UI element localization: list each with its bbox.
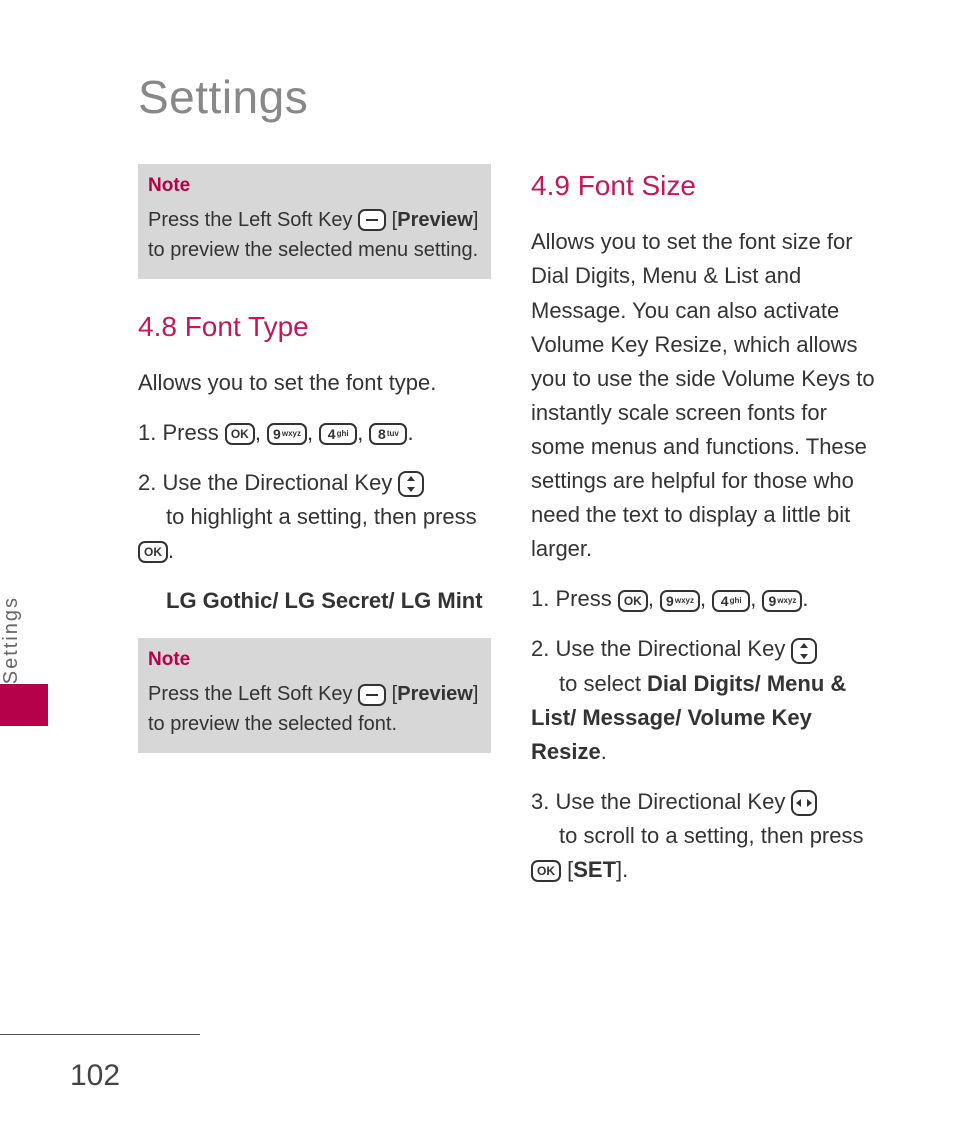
section-4-8-title: 4.8 Font Type xyxy=(138,305,491,348)
section-4-9-title: 4.9 Font Size xyxy=(531,164,884,207)
note-text: Press the Left Soft Key [Preview] to pre… xyxy=(148,679,481,739)
step-1: 1. Press OK, 9wxyz, 4ghi, 8tuv. xyxy=(138,416,491,450)
note-text: Press the Left Soft Key [Preview] to pre… xyxy=(148,205,481,265)
note-label: Note xyxy=(148,646,481,675)
side-tab-indicator xyxy=(0,684,48,726)
section-4-9-intro: Allows you to set the font size for Dial… xyxy=(531,225,884,566)
step-3-r: 3. Use the Directional Key to scroll to … xyxy=(531,785,884,887)
ok-key-icon: OK xyxy=(138,541,168,563)
step-2-r: 2. Use the Directional Key to select Dia… xyxy=(531,632,884,768)
key-4-icon: 4ghi xyxy=(712,590,750,612)
font-options: LG Gothic/ LG Secret/ LG Mint xyxy=(166,584,491,618)
left-column: Note Press the Left Soft Key [Preview] t… xyxy=(138,164,491,903)
note-box-2: Note Press the Left Soft Key [Preview] t… xyxy=(138,638,491,753)
step-2: 2. Use the Directional Key to highlight … xyxy=(138,466,491,568)
left-soft-key-icon xyxy=(358,209,386,231)
right-column: 4.9 Font Size Allows you to set the font… xyxy=(531,164,884,903)
directional-key-leftright-icon xyxy=(791,790,817,816)
left-soft-key-icon xyxy=(358,684,386,706)
ok-key-icon: OK xyxy=(531,860,561,882)
directional-key-updown-icon xyxy=(398,471,424,497)
key-8-icon: 8tuv xyxy=(369,423,407,445)
section-4-8-intro: Allows you to set the font type. xyxy=(138,366,491,400)
side-section-label: Settings xyxy=(0,590,48,684)
key-9-icon: 9wxyz xyxy=(660,590,700,612)
step-1-r: 1. Press OK, 9wxyz, 4ghi, 9wxyz. xyxy=(531,582,884,616)
manual-page: Settings Note Press the Left Soft Key [P… xyxy=(0,0,954,1145)
ok-key-icon: OK xyxy=(618,590,648,612)
key-4-icon: 4ghi xyxy=(319,423,357,445)
note-box-1: Note Press the Left Soft Key [Preview] t… xyxy=(138,164,491,279)
content-columns: Note Press the Left Soft Key [Preview] t… xyxy=(138,164,884,903)
directional-key-updown-icon xyxy=(791,638,817,664)
page-title: Settings xyxy=(138,70,884,124)
ok-key-icon: OK xyxy=(225,423,255,445)
key-9-icon: 9wxyz xyxy=(762,590,802,612)
side-tab: Settings xyxy=(0,590,48,726)
page-number: 102 xyxy=(70,1059,120,1093)
note-label: Note xyxy=(148,172,481,201)
key-9-icon: 9wxyz xyxy=(267,423,307,445)
footer-divider xyxy=(0,1034,200,1035)
